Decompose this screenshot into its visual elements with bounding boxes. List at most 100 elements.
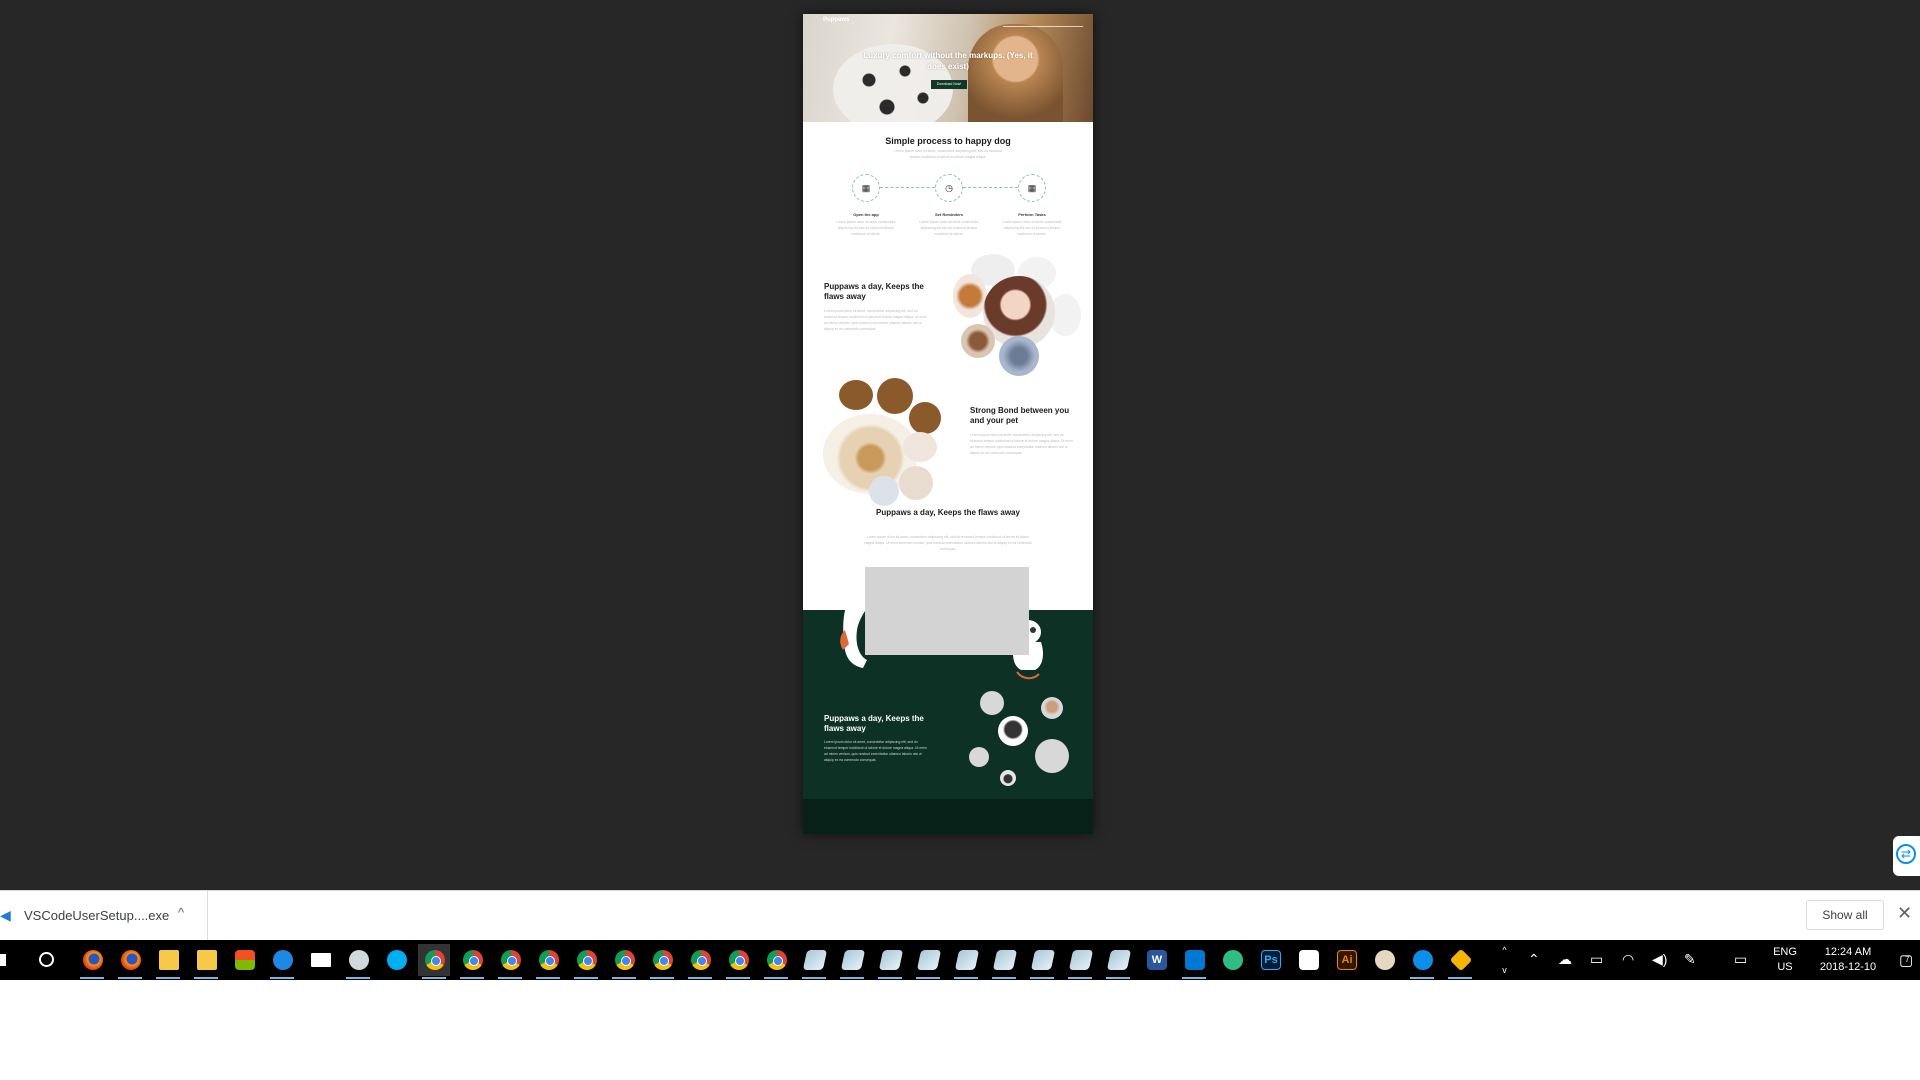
onedrive-icon[interactable]: ☁ <box>1558 951 1572 968</box>
show-all-button[interactable]: Show all <box>1806 900 1884 930</box>
avatar <box>969 747 989 767</box>
photoshop-icon[interactable]: Ps <box>1254 944 1286 976</box>
feature-1-text: Lorem ipsum dolor sit amet, consectetur … <box>824 309 927 331</box>
step-connector <box>880 187 940 188</box>
notification-count: 7 <box>1905 955 1910 964</box>
feature-2-text: Lorem ipsum dolor sit amet, consectetur … <box>970 433 1073 455</box>
chrome-icon[interactable] <box>760 944 792 979</box>
step-connector <box>963 187 1023 188</box>
step-1-label: Open the app <box>853 212 879 217</box>
chevron-up-icon[interactable]: ⌃ <box>1528 951 1540 968</box>
photoshop-label: Ps <box>1264 954 1278 966</box>
chevron-down-icon[interactable]: v <box>1497 960 1512 980</box>
download-bar: ◀ VSCodeUserSetup....exe ^ Show all ✕ <box>0 890 1920 941</box>
notification-icon[interactable]: ▢ 7 <box>1899 951 1913 969</box>
empty-area <box>0 980 1920 1080</box>
step-3-label: Perform Tasks <box>1018 212 1046 217</box>
avatar <box>998 716 1028 746</box>
volume-icon[interactable]: ◀) <box>1652 951 1667 968</box>
download-item[interactable]: ◀ VSCodeUserSetup....exe ^ <box>0 891 208 941</box>
feature-3-title: Puppaws a day, Keeps the flaws away <box>876 508 1020 517</box>
system-tray: ⌃ ☁ ▭ ◠ ◀) ✎ ▭ ENG US 12:24 AM 2018-12-1… <box>1512 940 1920 980</box>
step-2-circle: ◷ <box>935 174 963 202</box>
download-button[interactable]: Download Now! <box>931 80 967 89</box>
file-icon[interactable] <box>988 944 1020 979</box>
avatar <box>980 691 1004 715</box>
photos-icon[interactable] <box>1292 944 1324 976</box>
file-icon[interactable] <box>874 944 906 979</box>
file-icon[interactable] <box>1064 944 1096 979</box>
paint-icon[interactable] <box>1368 944 1400 976</box>
teamviewer-widget[interactable]: ⇄ <box>1893 836 1920 876</box>
site-logo[interactable]: Puppaws <box>823 17 849 23</box>
taskbar-scroll[interactable]: ^ v <box>1497 940 1512 980</box>
vscode-icon[interactable] <box>1178 944 1210 979</box>
chrome-icon[interactable] <box>646 944 678 979</box>
clock-date: 2018-12-10 <box>1819 961 1877 973</box>
process-title: Simple process to happy dog <box>885 136 1011 146</box>
firefox-icon[interactable] <box>76 944 108 979</box>
chrome-icon[interactable] <box>456 944 488 979</box>
file-icon[interactable] <box>1102 944 1134 979</box>
mail-icon[interactable] <box>304 944 336 976</box>
file-icon[interactable] <box>798 944 830 979</box>
chrome-icon[interactable] <box>570 944 602 979</box>
chevron-up-icon[interactable]: ^ <box>1497 940 1512 960</box>
close-icon[interactable]: ✕ <box>1897 903 1912 924</box>
clock[interactable]: 12:24 AM 2018-12-10 <box>1806 945 1890 975</box>
spotify-icon[interactable] <box>1216 944 1248 976</box>
avatar <box>1035 739 1069 773</box>
avatar <box>1041 697 1063 719</box>
pen-icon[interactable]: ✎ <box>1684 951 1696 968</box>
calendar-icon: ▦ <box>861 183 871 193</box>
steam-icon[interactable] <box>342 944 374 979</box>
video-placeholder[interactable] <box>865 567 1029 655</box>
chrome-icon[interactable] <box>418 944 450 979</box>
word-label: W <box>1151 954 1163 966</box>
wifi-icon[interactable]: ◠ <box>1622 951 1634 968</box>
step-2-text: Lorem ipsum dolor sit amet consectetur a… <box>919 220 979 236</box>
feature-3-text: Lorem ipsum dolor sit amet, consectetur … <box>863 535 1033 551</box>
microsoft-store-icon[interactable] <box>228 944 260 976</box>
word-icon[interactable]: W <box>1140 944 1172 976</box>
download-file-name: VSCodeUserSetup....exe <box>24 908 170 923</box>
file-icon[interactable] <box>836 944 868 979</box>
battery-icon[interactable]: ▭ <box>1590 951 1603 968</box>
feature-4-title: Puppaws a day, Keeps the flaws away <box>824 714 924 733</box>
chevron-up-icon[interactable]: ^ <box>178 905 184 920</box>
clock-icon: ◷ <box>945 183 953 193</box>
chrome-icon[interactable] <box>608 944 640 979</box>
illustrator-label: Ai <box>1341 954 1353 966</box>
chrome-icon[interactable] <box>684 944 716 979</box>
skype-icon[interactable] <box>380 944 412 976</box>
paw-toe <box>877 378 913 414</box>
keyboard-icon[interactable]: ▭ <box>1734 951 1747 968</box>
teamviewer-icon[interactable] <box>1406 944 1438 979</box>
step-1-circle: ▦ <box>852 174 880 202</box>
file-explorer-icon[interactable] <box>190 944 222 979</box>
file-explorer-icon[interactable] <box>152 944 184 979</box>
chrome-icon[interactable] <box>532 944 564 979</box>
file-icon[interactable] <box>950 944 982 979</box>
windows-start-icon[interactable] <box>0 954 8 966</box>
paw-toe <box>903 432 937 462</box>
chrome-icon[interactable] <box>722 944 754 979</box>
paw-toe <box>899 466 933 500</box>
edge-icon[interactable] <box>266 944 298 979</box>
hero-person-image <box>968 24 1063 122</box>
step-1-text: Lorem ipsum dolor sit amet consectetur a… <box>836 220 896 236</box>
chrome-icon[interactable] <box>494 944 526 979</box>
firefox-icon[interactable] <box>114 944 146 979</box>
file-icon[interactable] <box>1026 944 1058 979</box>
feature-1-title: Puppaws a day, Keeps the flaws away <box>824 282 924 301</box>
cortana-icon[interactable] <box>39 952 54 967</box>
language-indicator[interactable]: ENG US <box>1772 945 1798 975</box>
vscode-file-icon: ◀ <box>0 907 11 923</box>
paw-toe <box>961 324 995 358</box>
process-subtitle: Lorem ipsum dolor sit amet, consectetur … <box>894 149 1002 159</box>
illustrator-icon[interactable]: Ai <box>1330 944 1362 976</box>
image-viewer: Puppaws Luxury comfort without the marku… <box>0 0 1920 890</box>
file-icon[interactable] <box>912 944 944 979</box>
gitkraken-icon[interactable] <box>1444 944 1476 979</box>
taskbar: W Ps Ai ^ v ⌃ ☁ ▭ ◠ ◀) ✎ ▭ ENG US 12:24 … <box>0 940 1920 980</box>
